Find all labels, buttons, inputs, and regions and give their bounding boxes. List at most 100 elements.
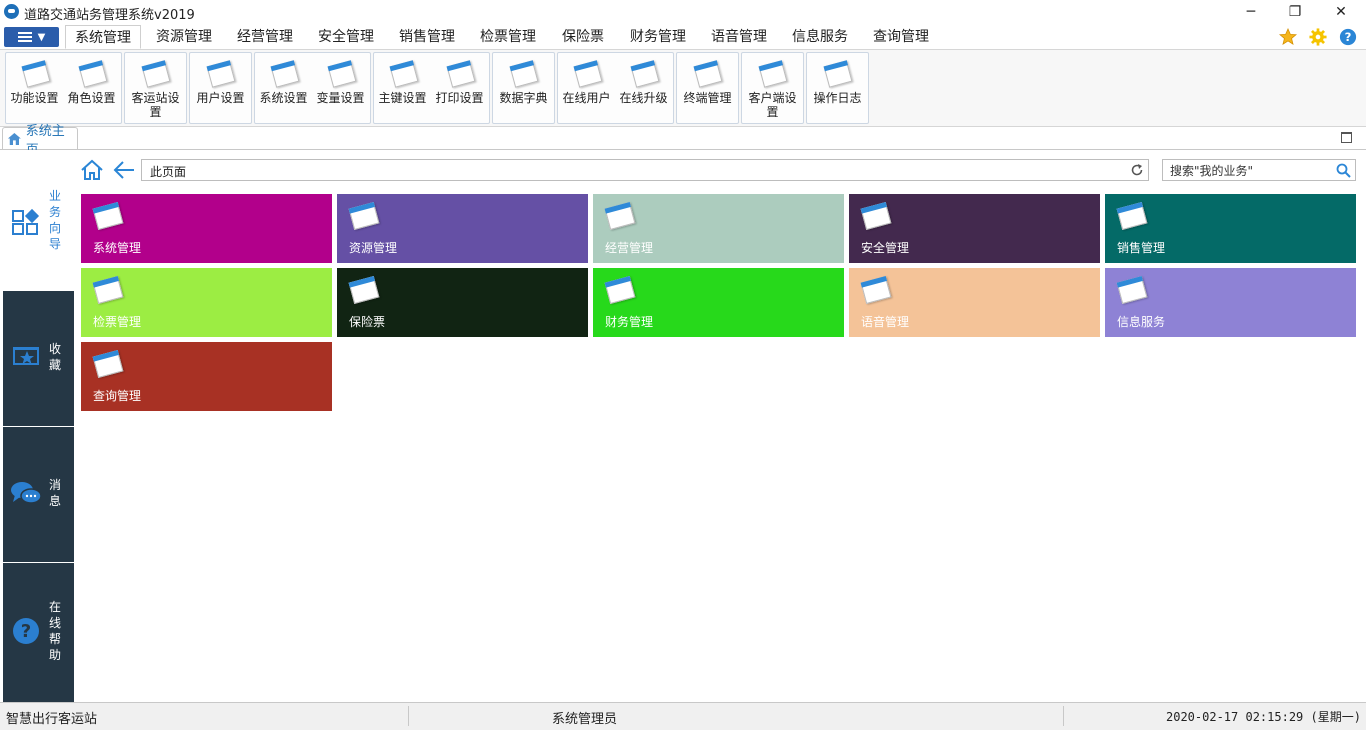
document-icon <box>206 60 236 88</box>
search-box <box>1162 159 1356 182</box>
svg-text:?: ? <box>1345 30 1352 44</box>
document-icon <box>270 60 300 88</box>
tab-insurance[interactable]: 保险票 <box>555 25 611 49</box>
help-icon: ? <box>13 618 39 644</box>
status-datetime: 2020-02-17 02:15:29 (星期一) <box>1166 710 1361 724</box>
ribbon-group: 数据字典 <box>492 52 555 124</box>
document-icon <box>92 276 124 304</box>
tab-voice[interactable]: 语音管理 <box>705 25 773 49</box>
document-icon <box>823 60 853 88</box>
document-icon <box>604 202 636 230</box>
ribbon-online-users-button[interactable]: 在线用户 <box>558 53 615 123</box>
ribbon-print-settings-button[interactable]: 打印设置 <box>431 53 488 123</box>
ribbon-terminal-management-button[interactable]: 终端管理 <box>677 53 738 123</box>
sidebar-item-label: 消息 <box>48 478 61 508</box>
address-text: 此页面 <box>150 165 187 179</box>
tab-sales[interactable]: 销售管理 <box>393 25 461 49</box>
document-icon <box>389 60 419 88</box>
tab-resource[interactable]: 资源管理 <box>150 25 218 49</box>
tab-info[interactable]: 信息服务 <box>786 25 854 49</box>
ribbon-group: 终端管理 <box>676 52 739 124</box>
document-icon <box>92 202 124 230</box>
grid-icon <box>12 208 40 235</box>
tile-insurance-ticket[interactable]: 保险票 <box>337 268 588 337</box>
ribbon-role-settings-button[interactable]: 角色设置 <box>63 53 120 123</box>
address-bar[interactable]: 此页面 <box>141 159 1149 181</box>
menu-icon <box>17 32 32 42</box>
tile-voice-management[interactable]: 语音管理 <box>849 268 1100 337</box>
document-icon <box>604 276 636 304</box>
ribbon-client-settings-button[interactable]: 客户端设置 <box>742 53 803 123</box>
tile-ticket-check-management[interactable]: 检票管理 <box>81 268 332 337</box>
restore-button[interactable]: ❐ <box>1272 0 1318 24</box>
refresh-icon[interactable] <box>1130 163 1144 177</box>
ribbon-operation-log-button[interactable]: 操作日志 <box>807 53 868 123</box>
document-icon <box>141 60 171 88</box>
document-tab-bar: 系统主页 <box>0 124 1366 158</box>
document-icon <box>630 60 660 88</box>
svg-text:?: ? <box>21 621 31 642</box>
ribbon-group: 主键设置 打印设置 <box>373 52 490 124</box>
ribbon-group: 在线用户 在线升级 <box>557 52 674 124</box>
sidebar-item-online-help[interactable]: ? 在线帮助 <box>3 562 74 703</box>
document-icon <box>573 60 603 88</box>
document-icon <box>1116 202 1148 230</box>
title-bar: 道路交通站务管理系统v2019 ─ ❐ ✕ <box>0 0 1366 24</box>
tab-operation[interactable]: 经营管理 <box>231 25 299 49</box>
tile-finance-management[interactable]: 财务管理 <box>593 268 844 337</box>
tab-safety[interactable]: 安全管理 <box>312 25 380 49</box>
ribbon-data-dictionary-button[interactable]: 数据字典 <box>493 53 554 123</box>
document-icon <box>446 60 476 88</box>
tile-resource-management[interactable]: 资源管理 <box>337 194 588 263</box>
ribbon-group: 客户端设置 <box>741 52 804 124</box>
document-icon <box>1116 276 1148 304</box>
tile-safety-management[interactable]: 安全管理 <box>849 194 1100 263</box>
status-station: 智慧出行客运站 <box>6 712 98 727</box>
search-icon[interactable] <box>1336 163 1351 178</box>
tab-finance[interactable]: 财务管理 <box>624 25 692 49</box>
home-icon[interactable] <box>80 158 104 182</box>
minimize-button[interactable]: ─ <box>1228 0 1274 24</box>
sidebar-item-business-guide[interactable]: 业务向导 <box>3 150 74 290</box>
ribbon-function-settings-button[interactable]: 功能设置 <box>6 53 63 123</box>
ribbon-online-upgrade-button[interactable]: 在线升级 <box>615 53 672 123</box>
document-icon <box>693 60 723 88</box>
ribbon-system-settings-button[interactable]: 系统设置 <box>255 53 312 123</box>
ribbon-variable-settings-button[interactable]: 变量设置 <box>312 53 369 123</box>
status-divider <box>1063 706 1064 726</box>
chat-icon <box>11 482 42 504</box>
help-icon[interactable]: ? <box>1339 28 1357 46</box>
tab-ticket-check[interactable]: 检票管理 <box>474 25 542 49</box>
star-icon[interactable] <box>1279 28 1297 46</box>
status-divider <box>408 706 409 726</box>
ribbon-key-settings-button[interactable]: 主键设置 <box>374 53 431 123</box>
tab-query[interactable]: 查询管理 <box>867 25 935 49</box>
ribbon-user-settings-button[interactable]: 用户设置 <box>190 53 251 123</box>
ribbon-group: 客运站设置 <box>124 52 187 124</box>
menu-bar: ▼ 系统管理 资源管理 经营管理 安全管理 销售管理 检票管理 保险票 财务管理… <box>0 25 1366 50</box>
back-arrow-icon[interactable] <box>112 159 136 181</box>
document-icon <box>327 60 357 88</box>
ribbon-station-settings-button[interactable]: 客运站设置 <box>125 53 186 123</box>
maximize-panel-icon[interactable] <box>1341 132 1352 143</box>
tile-query-management[interactable]: 查询管理 <box>81 342 332 411</box>
search-input[interactable] <box>1163 160 1340 182</box>
sidebar-item-favorites[interactable]: 收藏 <box>3 290 74 426</box>
window-title: 道路交通站务管理系统v2019 <box>24 8 195 23</box>
ribbon-group: 功能设置 角色设置 <box>5 52 122 124</box>
ribbon-group: 用户设置 <box>189 52 252 124</box>
document-icon <box>509 60 539 88</box>
status-user: 系统管理员 <box>552 712 618 727</box>
tile-system-management[interactable]: 系统管理 <box>81 194 332 263</box>
document-icon <box>92 350 124 378</box>
tab-system[interactable]: 系统管理 <box>65 25 141 49</box>
tile-sales-management[interactable]: 销售管理 <box>1105 194 1356 263</box>
tile-operation-management[interactable]: 经营管理 <box>593 194 844 263</box>
tile-info-service[interactable]: 信息服务 <box>1105 268 1356 337</box>
close-button[interactable]: ✕ <box>1318 0 1364 24</box>
app-menu-button[interactable]: ▼ <box>4 27 59 47</box>
gear-icon[interactable] <box>1309 28 1327 46</box>
tab-home-page[interactable]: 系统主页 <box>2 124 78 158</box>
sidebar-item-messages[interactable]: 消息 <box>3 426 74 562</box>
document-icon <box>860 276 892 304</box>
